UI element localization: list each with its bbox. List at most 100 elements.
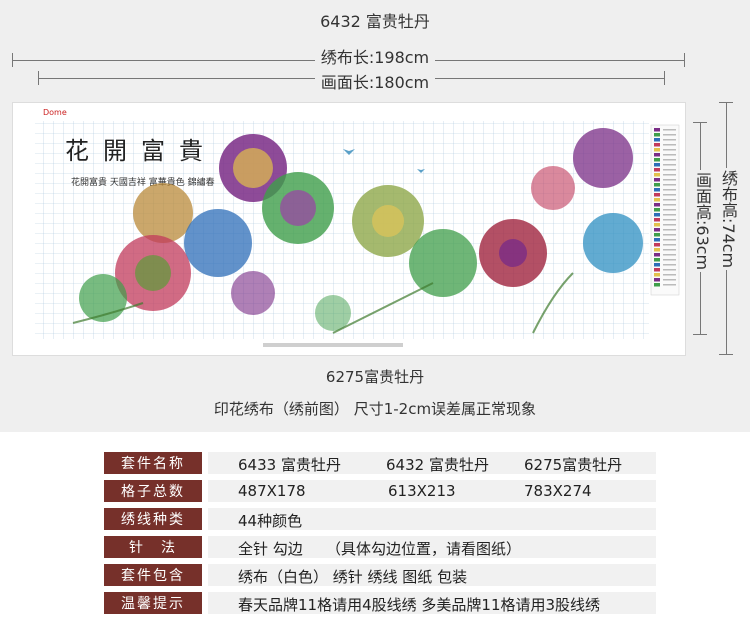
spec-label: 绣线种类 xyxy=(104,508,202,530)
spec-cell: 春天品牌11格请用4股线绣 多美品牌11格请用3股线绣 xyxy=(238,596,601,614)
cloth-height-label: 绣布高:74cm xyxy=(716,168,740,271)
legend-entry-line xyxy=(663,184,676,186)
legend-entry-line xyxy=(663,214,676,216)
legend-entry-line xyxy=(663,219,676,221)
spec-cell: 绣布（白色） 绣针 绣线 图纸 包装 xyxy=(238,568,468,586)
legend-swatch xyxy=(654,258,660,262)
legend-entry-line xyxy=(663,189,676,191)
spec-cell: 6433 富贵牡丹 xyxy=(238,456,341,474)
legend-entry-line xyxy=(663,264,676,266)
legend-swatch xyxy=(654,233,660,237)
spec-row: 套件包含 绣布（白色） 绣针 绣线 图纸 包装 xyxy=(104,564,656,586)
cloth-height-cap-bottom xyxy=(719,354,733,355)
spec-label: 套件名称 xyxy=(104,452,202,474)
spec-row: 绣线种类 44种颜色 xyxy=(104,508,656,530)
image-height-cap-top xyxy=(693,122,707,123)
legend-swatch xyxy=(654,153,660,157)
legend-swatch xyxy=(654,213,660,217)
legend-swatch xyxy=(654,253,660,257)
legend-entry-line xyxy=(663,164,676,166)
image-height-cap-bottom xyxy=(693,334,707,335)
legend-entry-line xyxy=(663,194,676,196)
spec-cell: 487X178 xyxy=(238,482,306,500)
fine-print xyxy=(263,343,403,347)
legend-swatch xyxy=(654,228,660,232)
legend-swatch xyxy=(654,168,660,172)
legend-entry-line xyxy=(663,179,676,181)
legend-swatch xyxy=(654,223,660,227)
spec-value: 全针 勾边 （具体勾边位置，请看图纸） xyxy=(208,536,656,558)
legend-entry-line xyxy=(663,279,676,281)
spec-cell: 全针 勾边 xyxy=(238,540,303,558)
spec-cell: 783X274 xyxy=(524,482,592,500)
spec-value: 绣布（白色） 绣针 绣线 图纸 包装 xyxy=(208,564,656,586)
legend-swatch xyxy=(654,248,660,252)
legend-entry-line xyxy=(663,204,676,206)
spec-value: 487X178 613X213 783X274 xyxy=(208,480,656,502)
legend-entry-line xyxy=(663,249,676,251)
legend-entry-line xyxy=(663,159,676,161)
spec-label: 针 法 xyxy=(104,536,202,558)
embroidery-pattern-image: Dome 花開富貴 花開富貴 天國吉祥 富華貴色 錦繡春 xyxy=(12,102,686,356)
spec-cell: 6275富贵牡丹 xyxy=(524,456,623,474)
calligraphy-title: 花開富貴 xyxy=(65,137,217,165)
legend-entry-line xyxy=(663,209,676,211)
legend-swatch xyxy=(654,173,660,177)
spec-cell: 44种颜色 xyxy=(238,512,303,530)
legend-entry-line xyxy=(663,254,676,256)
legend-swatch xyxy=(654,178,660,182)
legend-entry-line xyxy=(663,234,676,236)
legend-entry-line xyxy=(663,169,676,171)
product-title: 6432 富贵牡丹 xyxy=(320,12,430,31)
cloth-length-label: 绣布长:198cm xyxy=(0,44,750,68)
legend-entry-line xyxy=(663,134,676,136)
legend-swatch xyxy=(654,243,660,247)
legend-swatch xyxy=(654,218,660,222)
legend-swatch xyxy=(654,163,660,167)
spec-label: 套件包含 xyxy=(104,564,202,586)
spec-cell: 613X213 xyxy=(388,482,456,500)
spec-table: 套件名称 6433 富贵牡丹 6432 富贵牡丹 6275富贵牡丹 格子总数 487X17… xyxy=(104,452,656,620)
legend-swatch xyxy=(654,263,660,267)
legend-entry-line xyxy=(663,229,676,231)
note-caption: 印花绣布（绣前图） 尺寸1-2cm误差属正常现象 xyxy=(213,400,537,418)
spec-value: 44种颜色 xyxy=(208,508,656,530)
legend-entry-line xyxy=(663,244,676,246)
legend-swatch xyxy=(654,208,660,212)
legend-swatch xyxy=(654,158,660,162)
legend-entry-line xyxy=(663,224,676,226)
legend-entry-line xyxy=(663,129,676,131)
legend-entry-line xyxy=(663,144,676,146)
legend-entry-line xyxy=(663,154,676,156)
image-height-label: 画面高:63cm xyxy=(690,170,714,273)
legend-entry-line xyxy=(663,174,676,176)
legend-entry-line xyxy=(663,199,676,201)
legend-swatch xyxy=(654,193,660,197)
spec-row: 温馨提示 春天品牌11格请用4股线绣 多美品牌11格请用3股线绣 xyxy=(104,592,656,614)
spec-row: 套件名称 6433 富贵牡丹 6432 富贵牡丹 6275富贵牡丹 xyxy=(104,452,656,474)
legend-entry-line xyxy=(663,239,676,241)
legend-entry-line xyxy=(663,139,676,141)
spec-label: 温馨提示 xyxy=(104,592,202,614)
product-image-area: 6432 富贵牡丹 绣布长:198cm 画面长:180cm 绣布高:74cm 画… xyxy=(0,0,750,432)
legend-swatch xyxy=(654,283,660,287)
legend-swatch xyxy=(654,138,660,142)
legend-swatch xyxy=(654,278,660,282)
legend-entry-line xyxy=(663,269,676,271)
calligraphy-poem: 花開富貴 天國吉祥 富華貴色 錦繡春 xyxy=(71,176,215,188)
cloth-height-cap-top xyxy=(719,102,733,103)
legend-swatch xyxy=(654,143,660,147)
brand-logo: Dome xyxy=(43,108,67,117)
model-caption: 6275富贵牡丹 xyxy=(325,368,425,386)
spec-cell: （具体勾边位置，请看图纸） xyxy=(326,540,522,558)
legend-swatch xyxy=(654,183,660,187)
spec-value: 春天品牌11格请用4股线绣 多美品牌11格请用3股线绣 xyxy=(208,592,656,614)
legend-entry-line xyxy=(663,274,676,276)
legend-entry-line xyxy=(663,149,676,151)
spec-cell: 6432 富贵牡丹 xyxy=(386,456,489,474)
legend-swatch xyxy=(654,238,660,242)
legend-swatch xyxy=(654,128,660,132)
legend-swatch xyxy=(654,273,660,277)
legend-entry-line xyxy=(663,259,676,261)
spec-row: 针 法 全针 勾边 （具体勾边位置，请看图纸） xyxy=(104,536,656,558)
